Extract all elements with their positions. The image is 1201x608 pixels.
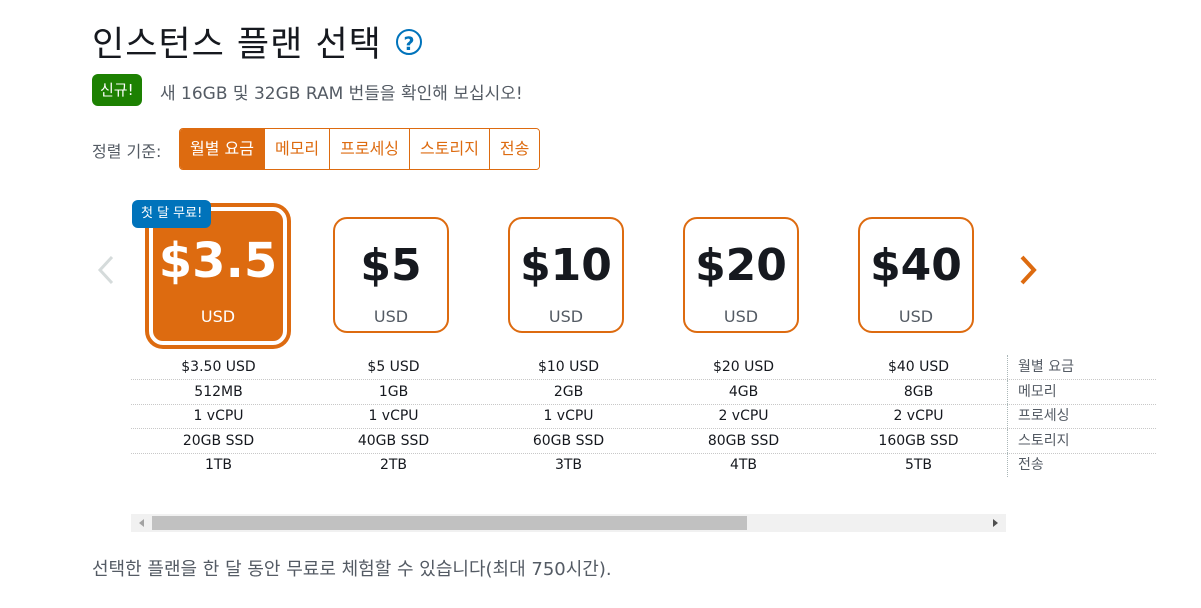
plan-price: $5: [360, 240, 422, 291]
spec-cell: 1TB: [204, 457, 233, 473]
plan-currency: USD: [548, 307, 584, 326]
sort-option-memory[interactable]: 메모리: [264, 129, 331, 169]
spec-cell: 4TB: [729, 457, 758, 473]
plan-currency: USD: [373, 307, 409, 326]
scroll-thumb[interactable]: [152, 516, 747, 530]
sort-option-storage[interactable]: 스토리지: [410, 129, 490, 169]
sort-label: 정렬 기준:: [92, 142, 162, 161]
spec-cell: 4GB: [728, 384, 759, 400]
spec-label: 메모리: [1007, 380, 1057, 404]
spec-cell: 512MB: [194, 384, 243, 400]
spec-row-monthly-price: $3.50 USD $5 USD $10 USD $20 USD $40 USD…: [131, 355, 1156, 380]
plan-card-20[interactable]: $20 USD: [683, 217, 799, 333]
plan-price: $3.5: [158, 233, 278, 289]
plan-card-40[interactable]: $40 USD: [858, 217, 974, 333]
spec-cell: 1 vCPU: [543, 408, 594, 424]
spec-cell: 160GB SSD: [878, 433, 959, 449]
spec-cell: 20GB SSD: [182, 433, 255, 449]
free-trial-badge: 첫 달 무료!: [132, 200, 212, 228]
chevron-left-icon[interactable]: [94, 253, 116, 287]
spec-row-memory: 512MB 1GB 2GB 4GB 8GB 메모리: [131, 380, 1156, 405]
plan-price: $10: [520, 240, 612, 291]
spec-label: 프로세싱: [1007, 404, 1070, 428]
announcement-text: 새 16GB 및 32GB RAM 번들을 확인해 보십시오!: [160, 84, 523, 104]
spec-cell: 2GB: [553, 384, 584, 400]
plan-card-10[interactable]: $10 USD: [508, 217, 624, 333]
spec-cell: 1GB: [378, 384, 409, 400]
sort-options: 월별 요금 메모리 프로세싱 스토리지 전송: [179, 128, 541, 170]
spec-cell: 40GB SSD: [357, 433, 430, 449]
spec-cell: 1 vCPU: [193, 408, 244, 424]
spec-label: 전송: [1007, 453, 1044, 477]
spec-row-processing: 1 vCPU 1 vCPU 1 vCPU 2 vCPU 2 vCPU 프로세싱: [131, 404, 1156, 429]
plan-price: $40: [870, 240, 962, 291]
sort-option-monthly-price[interactable]: 월별 요금: [180, 129, 265, 169]
spec-cell: 60GB SSD: [532, 433, 605, 449]
spec-cell: 2 vCPU: [893, 408, 944, 424]
horizontal-scrollbar[interactable]: [131, 514, 1006, 532]
spec-label: 스토리지: [1007, 429, 1070, 453]
sort-option-transfer[interactable]: 전송: [489, 129, 540, 169]
plan-currency: USD: [723, 307, 759, 326]
spec-row-storage: 20GB SSD 40GB SSD 60GB SSD 80GB SSD 160G…: [131, 429, 1156, 454]
spec-cell: 8GB: [903, 384, 934, 400]
help-icon[interactable]: ?: [396, 29, 422, 55]
spec-cell: 5TB: [904, 457, 933, 473]
spec-cell: $5 USD: [367, 359, 420, 375]
spec-label: 월별 요금: [1007, 355, 1074, 379]
scroll-right-icon[interactable]: [993, 519, 998, 527]
plan-price: $20: [695, 240, 787, 291]
spec-cell: 3TB: [554, 457, 583, 473]
chevron-right-icon[interactable]: [1017, 253, 1039, 287]
plan-card-5[interactable]: $5 USD: [333, 217, 449, 333]
plan-currency: USD: [200, 307, 236, 326]
spec-row-transfer: 1TB 2TB 3TB 4TB 5TB 전송: [131, 453, 1156, 477]
spec-cell: 2 vCPU: [718, 408, 769, 424]
plan-currency: USD: [898, 307, 934, 326]
spec-cell: $3.50 USD: [181, 359, 256, 375]
page-title: 인스턴스 플랜 선택: [92, 25, 382, 65]
spec-cell: $20 USD: [712, 359, 775, 375]
spec-cell: $40 USD: [887, 359, 950, 375]
spec-cell: 80GB SSD: [707, 433, 780, 449]
new-badge: 신규!: [92, 74, 142, 106]
scroll-left-icon[interactable]: [139, 519, 144, 527]
spec-cell: 1 vCPU: [368, 408, 419, 424]
sort-option-processing[interactable]: 프로세싱: [330, 129, 411, 169]
spec-cell: $10 USD: [537, 359, 600, 375]
free-trial-note: 선택한 플랜을 한 달 동안 무료로 체험할 수 있습니다(최대 750시간).: [92, 559, 612, 580]
spec-cell: 2TB: [379, 457, 408, 473]
